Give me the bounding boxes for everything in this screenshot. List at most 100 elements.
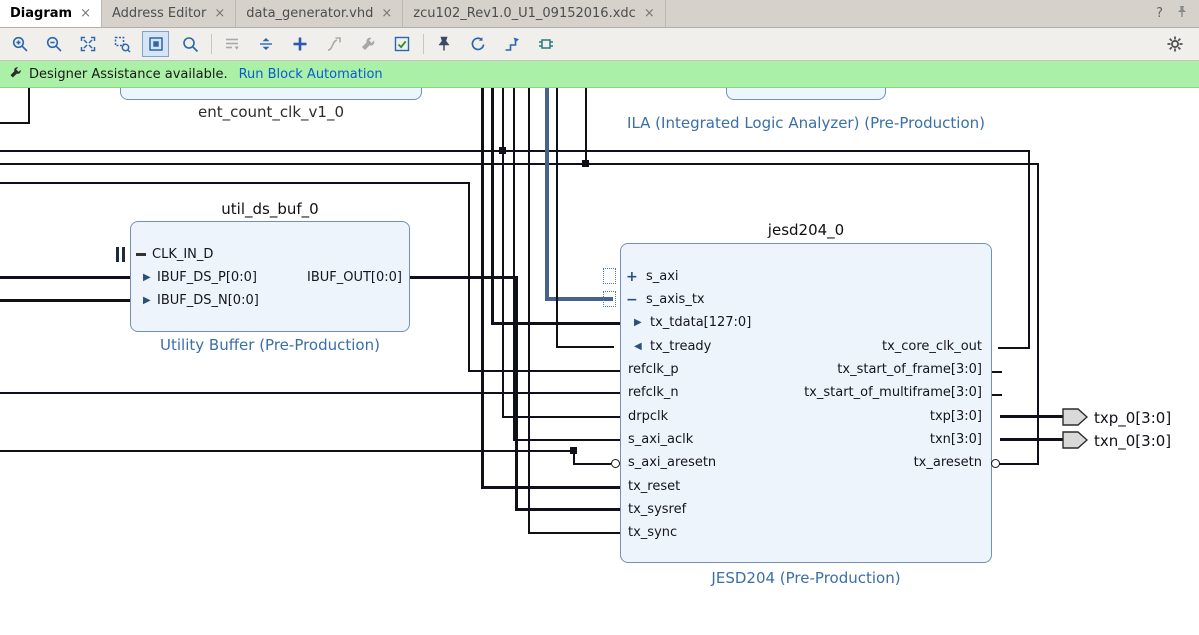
expand-plus-icon[interactable]: + <box>626 270 638 284</box>
wire-segment[interactable] <box>0 163 1039 165</box>
diff-pair-icon <box>122 247 125 262</box>
wire-segment[interactable] <box>481 88 484 489</box>
wire-segment[interactable] <box>0 450 575 452</box>
wire-segment[interactable] <box>28 88 30 124</box>
wire-segment[interactable] <box>0 392 620 394</box>
expand-interfaces-icon[interactable] <box>532 31 559 57</box>
pin-icon[interactable] <box>1175 4 1189 23</box>
collapse-minus-icon[interactable] <box>136 253 146 256</box>
external-port-label-txp[interactable]: txp_0[3:0] <box>1094 409 1171 427</box>
port-ibuf-ds-n[interactable]: IBUF_DS_N[0:0] <box>157 293 259 308</box>
wire-segment[interactable] <box>1028 150 1030 349</box>
external-port-icon-txp[interactable] <box>1062 408 1088 426</box>
wire-segment[interactable] <box>556 88 558 348</box>
add-ip-icon[interactable] <box>286 31 313 57</box>
port-arrow-icon: ▶ <box>634 317 642 328</box>
settings-gear-icon[interactable] <box>1161 31 1188 57</box>
port-refclk-n[interactable]: refclk_n <box>628 385 679 400</box>
wire-segment[interactable] <box>0 150 1030 152</box>
wire-segment[interactable] <box>556 346 614 348</box>
tab-address-editor[interactable]: Address Editor × <box>102 0 237 27</box>
wire-segment[interactable] <box>992 394 1002 396</box>
port-clk-in-d[interactable]: CLK_IN_D <box>152 247 213 262</box>
wire-segment[interactable] <box>502 416 620 418</box>
wire-segment[interactable] <box>573 463 611 465</box>
wire-segment[interactable] <box>468 370 620 372</box>
wrench-icon <box>9 66 22 83</box>
wire-segment[interactable] <box>502 88 504 418</box>
port-tx-aresetn[interactable]: tx_aresetn <box>750 455 982 470</box>
port-refclk-p[interactable]: refclk_p <box>628 362 679 377</box>
port-tx-sync[interactable]: tx_sync <box>628 525 677 540</box>
wire-segment[interactable] <box>0 122 30 124</box>
find-icon[interactable] <box>176 31 203 57</box>
port-txn[interactable]: txn[3:0] <box>750 432 982 447</box>
port-s-axi[interactable]: s_axi <box>646 269 679 284</box>
wire-segment[interactable] <box>998 347 1030 349</box>
port-drpclk[interactable]: drpclk <box>628 409 668 424</box>
port-tx-core-clk-out[interactable]: tx_core_clk_out <box>750 339 982 354</box>
wire-segment[interactable] <box>515 508 620 511</box>
zoom-in-icon[interactable] <box>6 31 33 57</box>
port-tx-tready[interactable]: tx_tready <box>650 339 711 354</box>
wire-segment[interactable] <box>992 371 1002 373</box>
optimize-routing-icon[interactable] <box>498 31 525 57</box>
tab-label: Address Editor <box>111 6 207 21</box>
autofit-selection-icon[interactable] <box>142 31 169 57</box>
help-icon[interactable]: ? <box>1156 6 1163 21</box>
wire-segment[interactable] <box>515 276 518 511</box>
run-block-automation-link[interactable]: Run Block Automation <box>239 67 383 82</box>
wire-segment[interactable] <box>528 88 530 534</box>
port-ibuf-ds-p[interactable]: IBUF_DS_P[0:0] <box>157 270 257 285</box>
collapse-minus-icon[interactable]: − <box>626 293 638 307</box>
block-ent-count-clk-fragment[interactable] <box>120 88 422 100</box>
wire-junction <box>499 147 506 154</box>
port-tx-start-of-multiframe[interactable]: tx_start_of_multiframe[3:0] <box>750 385 982 400</box>
port-ibuf-out[interactable]: IBUF_OUT[0:0] <box>250 270 402 285</box>
regenerate-layout-icon[interactable] <box>464 31 491 57</box>
wire-segment[interactable] <box>409 276 518 279</box>
close-icon[interactable]: × <box>644 6 655 21</box>
wire-segment[interactable] <box>0 299 131 302</box>
port-tx-start-of-frame[interactable]: tx_start_of_frame[3:0] <box>750 362 982 377</box>
wire-segment[interactable] <box>481 486 620 489</box>
port-s-axi-aclk[interactable]: s_axi_aclk <box>628 432 693 447</box>
zoom-to-selected-icon[interactable] <box>108 31 135 57</box>
port-s-axis-tx[interactable]: s_axis_tx <box>646 292 705 307</box>
toolbar-separator <box>211 34 212 54</box>
wire-segment[interactable] <box>0 182 470 184</box>
validate-design-icon[interactable] <box>388 31 415 57</box>
block-instance-label[interactable]: ent_count_clk_v1_0 <box>120 103 422 121</box>
port-tx-sysref[interactable]: tx_sysref <box>628 502 686 517</box>
block-title[interactable]: jesd204_0 <box>620 221 992 239</box>
block-ila-fragment[interactable] <box>726 88 886 100</box>
wire-segment[interactable] <box>491 88 494 325</box>
wire-segment[interactable] <box>528 532 620 534</box>
wire-segment[interactable] <box>1037 163 1039 465</box>
tab-diagram[interactable]: Diagram × <box>0 0 102 27</box>
close-icon[interactable]: × <box>80 6 91 21</box>
port-tx-reset[interactable]: tx_reset <box>628 479 680 494</box>
block-title[interactable]: util_ds_buf_0 <box>130 200 410 218</box>
port-txp[interactable]: txp[3:0] <box>750 409 982 424</box>
port-s-axi-aresetn[interactable]: s_axi_aresetn <box>628 455 716 470</box>
external-port-icon-txn[interactable] <box>1062 431 1088 449</box>
close-icon[interactable]: × <box>214 6 225 21</box>
zoom-fit-icon[interactable] <box>74 31 101 57</box>
port-tx-tdata[interactable]: tx_tdata[127:0] <box>650 315 751 330</box>
block-design-canvas[interactable]: ent_count_clk_v1_0 ILA (Integrated Logic… <box>0 88 1199 635</box>
zoom-out-icon[interactable] <box>40 31 67 57</box>
external-port-label-txn[interactable]: txn_0[3:0] <box>1094 432 1171 450</box>
wire-segment[interactable] <box>1000 415 1064 418</box>
diagram-toolbar <box>0 28 1199 61</box>
tab-data-generator[interactable]: data_generator.vhd × <box>236 0 404 27</box>
wire-segment[interactable] <box>1000 438 1064 441</box>
wire-segment[interactable] <box>0 276 131 279</box>
wire-segment[interactable] <box>999 463 1037 465</box>
close-icon[interactable]: × <box>381 6 392 21</box>
wire-segment[interactable] <box>585 88 587 165</box>
tab-xdc[interactable]: zcu102_Rev1.0_U1_09152016.xdc × <box>403 0 666 27</box>
wire-segment-highlighted[interactable] <box>545 88 549 300</box>
expand-hierarchy-icon[interactable] <box>252 31 279 57</box>
pin-selection-icon[interactable] <box>430 31 457 57</box>
